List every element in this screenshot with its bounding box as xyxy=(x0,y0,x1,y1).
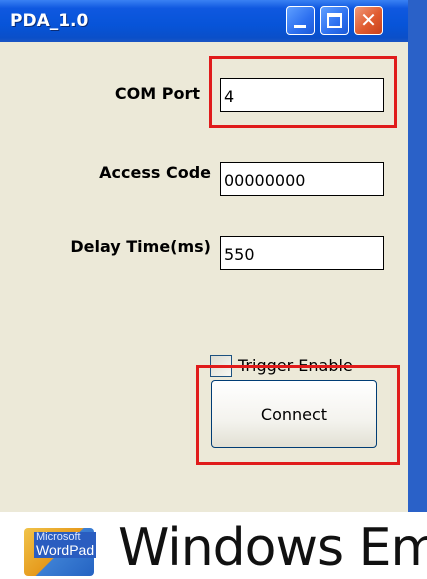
maximize-button[interactable] xyxy=(320,6,349,35)
connect-button[interactable]: Connect xyxy=(211,380,377,448)
window-client-area: COM Port 4 Access Code 00000000 Delay Ti… xyxy=(6,42,402,512)
minimize-icon xyxy=(294,25,306,28)
com-port-input[interactable]: 4 xyxy=(220,78,384,112)
window-title: PDA_1.0 xyxy=(10,11,89,31)
access-code-label: Access Code xyxy=(99,163,211,182)
wordpad-desktop-icon[interactable]: Microsoft WordPad xyxy=(14,516,120,576)
delay-time-label: Delay Time(ms) xyxy=(70,237,211,256)
wordpad-icon-label-main: WordPad xyxy=(36,542,95,558)
access-code-input[interactable]: 00000000 xyxy=(220,162,384,196)
desktop-area: Windows Em Microsoft WordPad xyxy=(0,512,427,579)
desktop-watermark-text: Windows Em xyxy=(118,518,427,578)
delay-time-input[interactable]: 550 xyxy=(220,236,384,270)
maximize-icon xyxy=(327,13,342,28)
app-window: PDA_1.0 ✕ COM Port 4 Access Code 0000000… xyxy=(0,0,408,512)
desktop-background xyxy=(408,0,427,512)
close-button[interactable]: ✕ xyxy=(354,6,383,35)
com-port-label: COM Port xyxy=(114,84,200,103)
wordpad-icon-label: Microsoft WordPad xyxy=(34,532,97,558)
title-bar[interactable]: PDA_1.0 ✕ xyxy=(0,0,408,42)
close-icon: ✕ xyxy=(360,8,377,32)
minimize-button[interactable] xyxy=(286,6,315,35)
